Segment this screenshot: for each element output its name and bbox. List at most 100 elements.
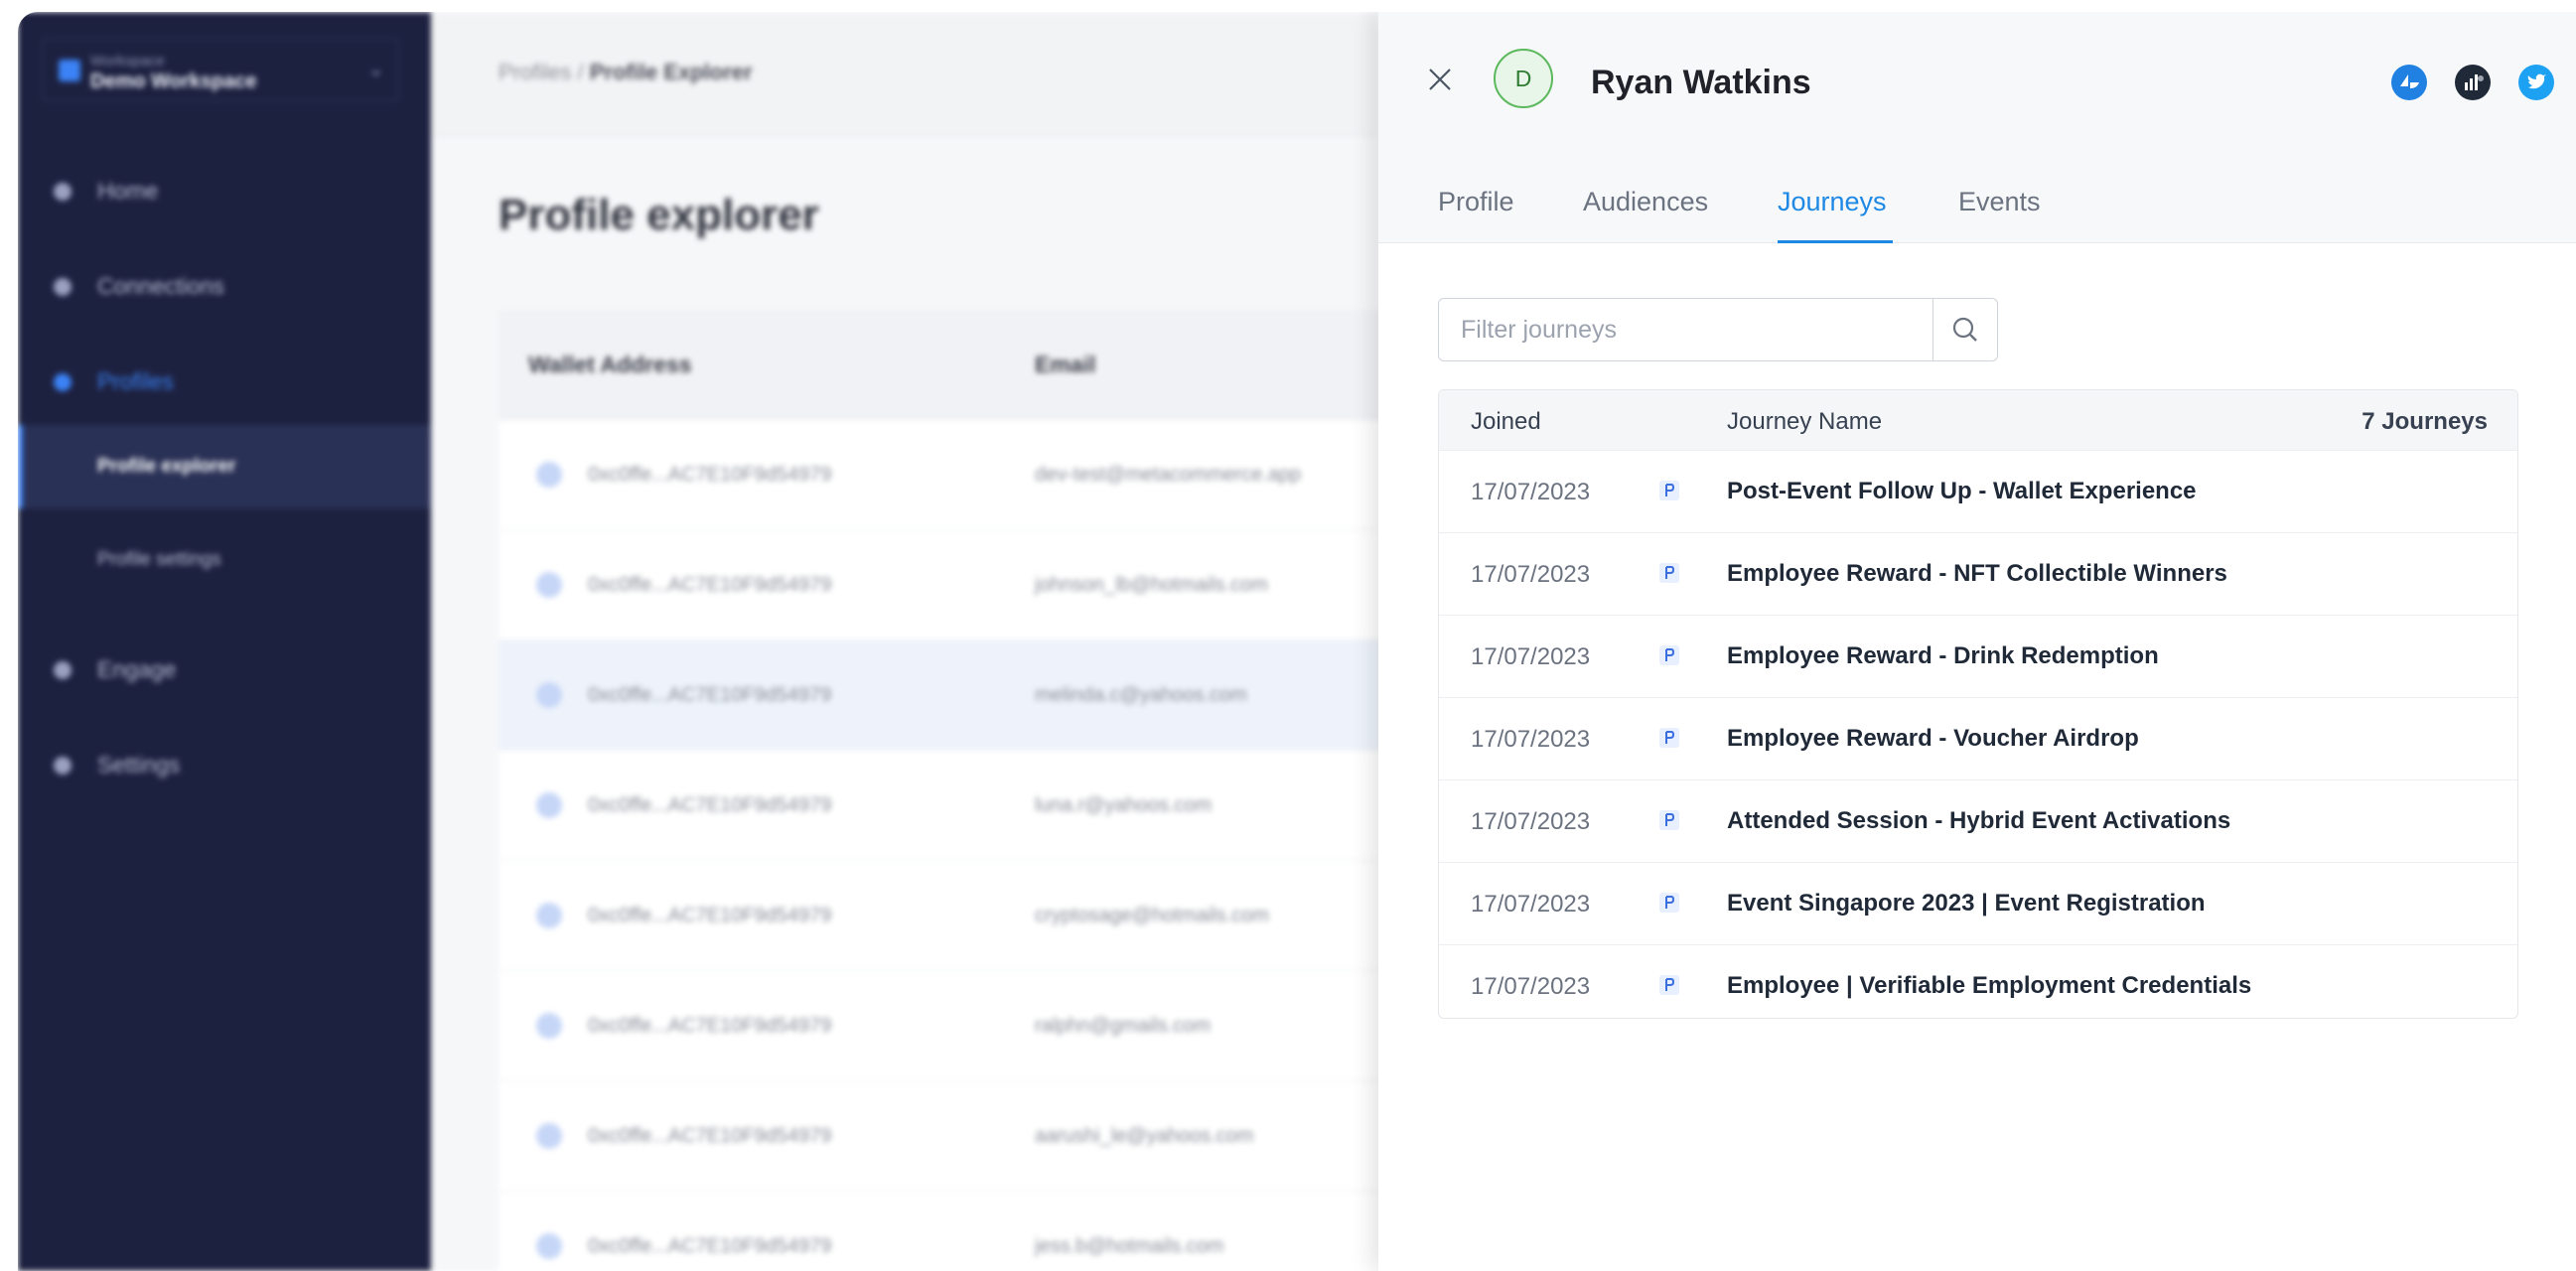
sidebar-item-label: Profiles	[97, 368, 174, 394]
workspace-selector[interactable]: Workspace Demo Workspace ⌄	[42, 38, 399, 101]
user-icon	[536, 572, 562, 598]
column-header-wallet[interactable]: Wallet Address	[528, 352, 691, 378]
sidebar-item-label: Engage	[97, 656, 177, 682]
table-row[interactable]: 0xc0ffe...AC7E10F9d54979 ralphn@gmails.co…	[499, 971, 1392, 1081]
journey-icon	[1659, 563, 1679, 583]
table-header: Joined Journey Name 7 Journeys	[1439, 390, 2517, 450]
journey-row[interactable]: 17/07/2023 Attended Session - Hybrid Eve…	[1439, 779, 2517, 862]
profiles-icon	[54, 373, 72, 391]
sidebar: Workspace Demo Workspace ⌄ Home Connecti…	[18, 12, 431, 1271]
breadcrumb-root[interactable]: Profiles /	[499, 60, 584, 84]
avatar: D	[1494, 49, 1553, 108]
table-row[interactable]: 0xc0ffe...AC7E10F9d54979 johnson_lb@hotma…	[499, 530, 1392, 640]
table-row[interactable]: 0xc0ffe...AC7E10F9d54979 melinda.c@yahoos…	[499, 640, 1392, 751]
journey-name: Employee Reward - Voucher Airdrop	[1727, 725, 2139, 752]
sidebar-item-profile-explorer[interactable]: Profile explorer	[18, 425, 431, 508]
journey-icon	[1659, 975, 1679, 995]
wallet-address: 0xc0ffe...AC7E10F9d54979	[588, 794, 832, 816]
user-icon	[536, 462, 562, 488]
journey-row[interactable]: 17/07/2023 Post-Event Follow Up - Wallet…	[1439, 450, 2517, 532]
journey-name: Employee Reward - NFT Collectible Winner…	[1727, 560, 2227, 587]
user-icon	[536, 1123, 562, 1149]
column-header-journey-name: Journey Name	[1727, 408, 1883, 435]
opensea-icon[interactable]	[2391, 65, 2427, 100]
twitter-icon[interactable]	[2518, 65, 2554, 100]
breadcrumb-bar: Profiles / Profile Explorer	[431, 12, 1378, 136]
joined-date: 17/07/2023	[1471, 479, 1591, 505]
joined-date: 17/07/2023	[1471, 808, 1591, 835]
close-icon	[1429, 69, 1451, 90]
email: johnson_lb@hotmails.com	[1035, 574, 1268, 596]
tab-profile[interactable]: Profile	[1438, 187, 1514, 217]
home-icon	[54, 183, 72, 201]
filter-journeys-input[interactable]	[1439, 299, 1930, 360]
main-content: Profiles / Profile Explorer Profile expl…	[431, 12, 1392, 1271]
email: cryptosage@hotmails.com	[1035, 905, 1269, 926]
user-icon	[536, 903, 562, 928]
chevron-down-icon: ⌄	[367, 59, 384, 80]
journey-icon	[1659, 481, 1679, 500]
wallet-address: 0xc0ffe...AC7E10F9d54979	[588, 684, 832, 706]
profile-drawer: D Ryan Watkins Profile Audiences Journey…	[1378, 12, 2576, 1271]
search-icon	[1952, 317, 1977, 342]
search-button[interactable]	[1932, 299, 1997, 360]
user-icon	[536, 1013, 562, 1039]
email: luna.r@yahoos.com	[1035, 794, 1213, 816]
joined-date: 17/07/2023	[1471, 973, 1591, 1000]
email: dev-test@metacommerce.app	[1035, 464, 1302, 486]
workspace-name: Demo Workspace	[90, 71, 257, 92]
wallet-address: 0xc0ffe...AC7E10F9d54979	[588, 464, 832, 486]
table-row[interactable]: 0xc0ffe...AC7E10F9d54979 aarushi_le@yahoo…	[499, 1081, 1392, 1192]
journey-row[interactable]: 17/07/2023 Employee | Verifiable Employm…	[1439, 944, 2517, 1018]
drawer-header: D Ryan Watkins Profile Audiences Journey…	[1378, 12, 2576, 243]
sidebar-item-label: Profile settings	[97, 549, 221, 570]
sidebar-item-label: Profile explorer	[97, 456, 236, 477]
sidebar-item-settings[interactable]: Settings	[18, 735, 431, 794]
column-header-email[interactable]: Email	[1035, 352, 1095, 378]
profiles-table: Wallet Address Email 0xc0ffe...AC7E10F9d…	[499, 310, 1392, 1271]
page-title: Profile explorer	[499, 191, 819, 239]
joined-date: 17/07/2023	[1471, 891, 1591, 918]
tab-journeys[interactable]: Journeys	[1778, 187, 1887, 217]
journey-name: Post-Event Follow Up - Wallet Experience	[1727, 478, 2197, 504]
wallet-address: 0xc0ffe...AC7E10F9d54979	[588, 1015, 832, 1037]
email: melinda.c@yahoos.com	[1035, 684, 1247, 706]
breadcrumb: Profiles / Profile Explorer	[499, 60, 753, 85]
table-row[interactable]: 0xc0ffe...AC7E10F9d54979 cryptosage@hotma…	[499, 861, 1392, 971]
journey-icon	[1659, 893, 1679, 913]
plug-icon	[54, 278, 72, 296]
joined-date: 17/07/2023	[1471, 726, 1591, 753]
gear-icon	[54, 757, 72, 775]
table-row[interactable]: 0xc0ffe...AC7E10F9d54979 jess.b@hotmails.…	[499, 1192, 1392, 1271]
sidebar-item-connections[interactable]: Connections	[18, 256, 431, 316]
tab-audiences[interactable]: Audiences	[1583, 187, 1708, 217]
user-icon	[536, 792, 562, 818]
sidebar-item-engage[interactable]: Engage	[18, 639, 431, 699]
journey-row[interactable]: 17/07/2023 Employee Reward - Drink Redem…	[1439, 615, 2517, 697]
close-button[interactable]	[1424, 64, 1456, 95]
active-tab-indicator	[1778, 240, 1893, 243]
background-app: Workspace Demo Workspace ⌄ Home Connecti…	[18, 12, 1392, 1271]
sidebar-item-home[interactable]: Home	[18, 161, 431, 220]
journey-row[interactable]: 17/07/2023 Employee Reward - Voucher Air…	[1439, 697, 2517, 779]
journey-row[interactable]: 17/07/2023 Employee Reward - NFT Collect…	[1439, 532, 2517, 615]
user-icon	[536, 1233, 562, 1259]
email: jess.b@hotmails.com	[1035, 1235, 1224, 1257]
email: aarushi_le@yahoos.com	[1035, 1125, 1254, 1147]
tab-events[interactable]: Events	[1958, 187, 2041, 217]
workspace-logo-icon	[59, 60, 80, 81]
joined-date: 17/07/2023	[1471, 561, 1591, 588]
table-row[interactable]: 0xc0ffe...AC7E10F9d54979 luna.r@yahoos.co…	[499, 751, 1392, 861]
wallet-address: 0xc0ffe...AC7E10F9d54979	[588, 1125, 832, 1147]
journey-row[interactable]: 17/07/2023 Event Singapore 2023 | Event …	[1439, 862, 2517, 944]
journey-filter	[1438, 298, 1998, 361]
sidebar-item-profile-settings[interactable]: Profile settings	[18, 530, 431, 590]
table-row[interactable]: 0xc0ffe...AC7E10F9d54979 dev-test@metacom…	[499, 420, 1392, 530]
journey-name: Event Singapore 2023 | Event Registratio…	[1727, 890, 2206, 917]
sidebar-item-profiles[interactable]: Profiles	[18, 352, 431, 411]
app-window: Workspace Demo Workspace ⌄ Home Connecti…	[18, 12, 2576, 1271]
journey-icon	[1659, 645, 1679, 665]
wallet-address: 0xc0ffe...AC7E10F9d54979	[588, 574, 832, 596]
journey-name: Attended Session - Hybrid Event Activati…	[1727, 807, 2231, 834]
analytics-icon[interactable]	[2455, 65, 2491, 100]
